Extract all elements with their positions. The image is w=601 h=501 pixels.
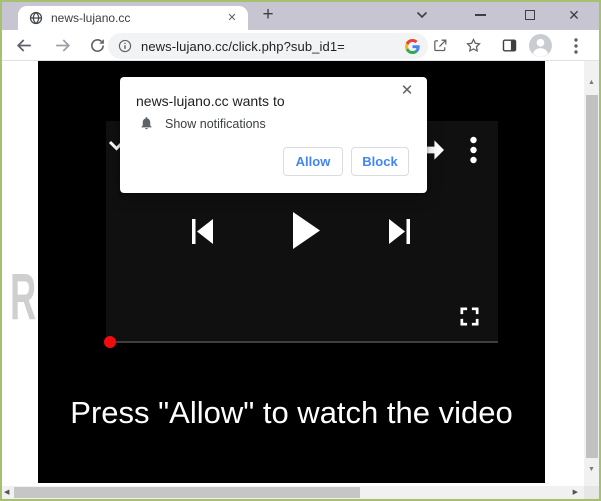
- browser-toolbar: news-lujano.cc/click.php?sub_id1=: [0, 30, 601, 61]
- minimize-icon: [475, 14, 486, 16]
- scroll-left-icon[interactable]: ◀: [4, 486, 9, 499]
- reload-button[interactable]: [85, 30, 109, 61]
- address-bar[interactable]: news-lujano.cc/click.php?sub_id1=: [108, 33, 428, 59]
- maximize-icon: [525, 10, 535, 20]
- tab-search-chevron-icon[interactable]: [412, 0, 432, 30]
- tab-close-icon[interactable]: ✕: [224, 10, 240, 26]
- permission-label: Show notifications: [165, 117, 266, 131]
- allow-button[interactable]: Allow: [283, 147, 343, 176]
- block-button[interactable]: Block: [351, 147, 409, 176]
- bell-icon: [139, 115, 154, 136]
- horizontal-scroll-thumb[interactable]: [14, 487, 360, 498]
- scroll-right-icon[interactable]: ▶: [573, 486, 578, 499]
- progress-bar[interactable]: [110, 341, 498, 343]
- page-content: R RunReanimator.cc: [0, 61, 601, 486]
- site-info-icon[interactable]: [118, 39, 132, 53]
- url-text: news-lujano.cc/click.php?sub_id1=: [141, 39, 405, 54]
- previous-track-button[interactable]: [192, 219, 213, 249]
- popup-close-icon[interactable]: ✕: [398, 82, 416, 100]
- next-track-button[interactable]: [389, 219, 410, 249]
- scroll-up-icon[interactable]: ▲: [584, 79, 599, 86]
- browser-menu-icon[interactable]: [567, 30, 585, 61]
- play-button[interactable]: [293, 212, 320, 254]
- fullscreen-icon[interactable]: [458, 305, 481, 333]
- maximize-button[interactable]: [520, 0, 540, 30]
- window-close-button[interactable]: ✕: [563, 0, 585, 30]
- horizontal-scrollbar[interactable]: ◀ ▶: [0, 486, 584, 499]
- progress-handle[interactable]: [104, 336, 116, 348]
- tab-title: news-lujano.cc: [51, 11, 224, 25]
- profile-avatar[interactable]: [526, 30, 554, 61]
- notification-permission-popup: ✕ news-lujano.cc wants to Show notificat…: [120, 77, 427, 193]
- press-allow-message: Press "Allow" to watch the video: [38, 395, 545, 431]
- share-icon[interactable]: [428, 30, 452, 61]
- scrollbar-corner: [584, 486, 599, 499]
- side-panel-icon[interactable]: [497, 30, 521, 61]
- watermark-letter: R: [10, 258, 36, 334]
- vertical-scroll-thumb[interactable]: [586, 95, 598, 458]
- google-g-icon[interactable]: [405, 39, 420, 54]
- new-tab-button[interactable]: +: [256, 3, 280, 27]
- minimize-button[interactable]: [470, 0, 490, 30]
- scroll-down-icon[interactable]: ▼: [584, 466, 599, 473]
- browser-window: news-lujano.cc ✕ + ✕ news-lujano.cc/clic…: [0, 0, 601, 501]
- bookmark-star-icon[interactable]: [461, 30, 485, 61]
- player-menu-icon[interactable]: [470, 136, 477, 169]
- back-button[interactable]: [12, 30, 36, 61]
- forward-button[interactable]: [50, 30, 74, 61]
- tab-bar: news-lujano.cc ✕ + ✕: [0, 0, 601, 30]
- popup-title: news-lujano.cc wants to: [136, 93, 285, 109]
- vertical-scrollbar[interactable]: ▲ ▼: [584, 61, 599, 486]
- tab-news-lujano[interactable]: news-lujano.cc ✕: [18, 6, 248, 30]
- globe-favicon-icon: [29, 11, 43, 25]
